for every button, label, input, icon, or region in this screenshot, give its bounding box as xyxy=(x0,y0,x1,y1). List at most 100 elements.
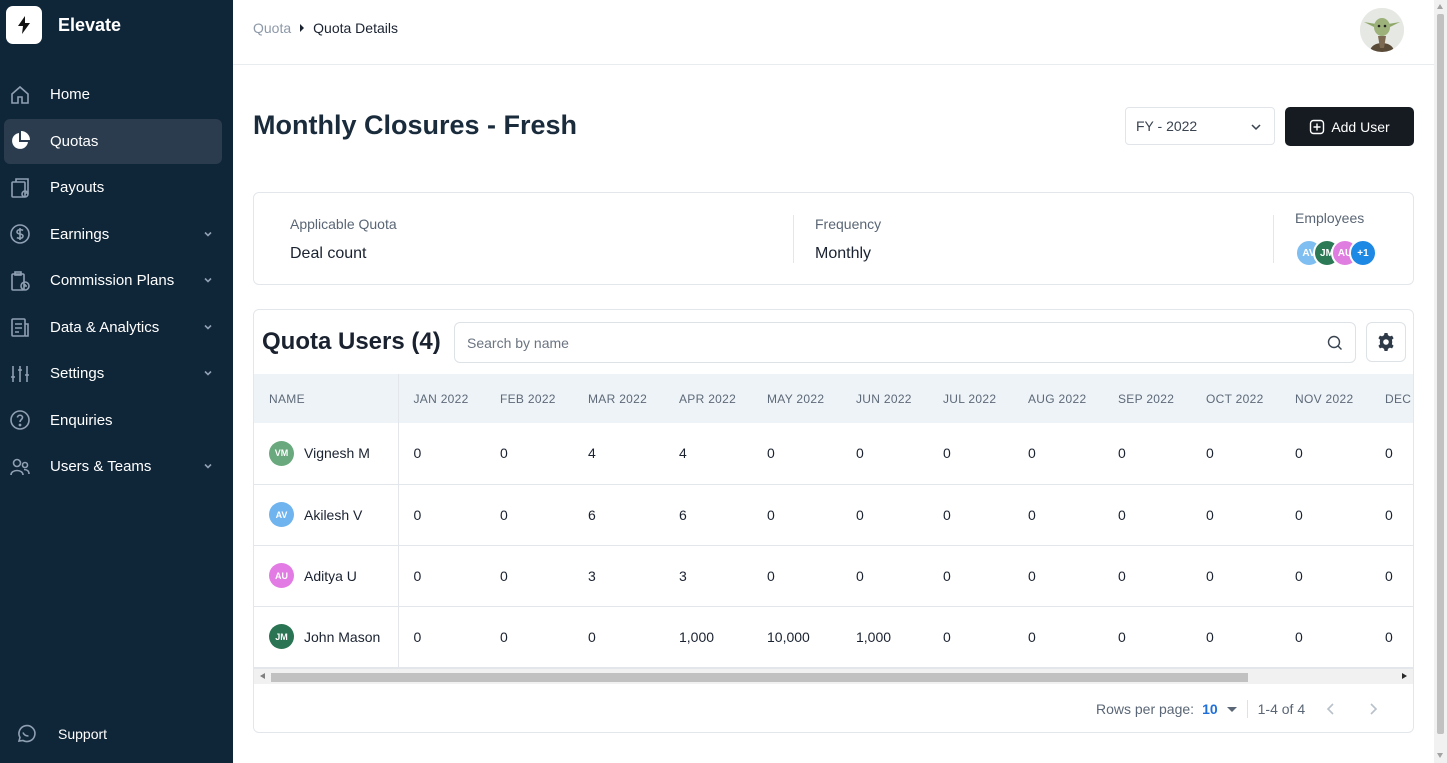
search-input[interactable] xyxy=(467,334,1307,351)
quota-cell: 0 xyxy=(573,606,664,668)
user-avatar: VM xyxy=(269,440,294,466)
column-header-month[interactable]: MAY 2022 xyxy=(752,374,841,423)
table-row[interactable]: JM John Mason 0 0 0 1,000 10,000 1,000 0… xyxy=(254,606,1413,668)
sidebar-item-enquiries[interactable]: Enquiries xyxy=(4,398,222,443)
sidebar-item-quotas[interactable]: Quotas xyxy=(4,118,222,164)
vertical-scrollbar[interactable] xyxy=(1434,0,1447,763)
column-header-month[interactable]: OCT 2022 xyxy=(1191,374,1280,423)
sidebar-item-label: Home xyxy=(50,86,91,103)
column-header-month[interactable]: NOV 2022 xyxy=(1280,374,1370,423)
breadcrumb: Quota Quota Details xyxy=(253,20,398,36)
scroll-down-arrow-icon[interactable] xyxy=(1437,753,1443,758)
sidebar-item-users-teams[interactable]: Users & Teams xyxy=(4,444,222,489)
sidebar-item-commission-plans[interactable]: Commission Plans xyxy=(4,258,222,303)
quota-cell: 0 xyxy=(1280,545,1370,607)
sidebar: Elevate Home Quotas Payouts Earnings Com… xyxy=(0,0,233,763)
search-box[interactable] xyxy=(454,322,1356,363)
quota-users-card: Quota Users (4) NAME JAN 2022 FEB 2022 M… xyxy=(253,309,1414,733)
dollar-icon xyxy=(8,222,32,246)
clipboard-clock-icon xyxy=(8,269,32,293)
sidebar-item-label: Data & Analytics xyxy=(50,318,160,336)
sidebar-item-home[interactable]: Home xyxy=(4,72,222,117)
vertical-scroll-thumb[interactable] xyxy=(1437,14,1444,734)
table-settings-button[interactable] xyxy=(1366,322,1406,362)
table-row[interactable]: VM Vignesh M 0 0 4 4 0 0 0 0 0 0 0 0 xyxy=(254,423,1413,485)
column-header-month[interactable]: JAN 2022 xyxy=(398,374,485,423)
column-header-month[interactable]: JUL 2022 xyxy=(928,374,1013,423)
horizontal-scrollbar[interactable] xyxy=(254,668,1413,684)
add-user-button[interactable]: Add User xyxy=(1285,107,1414,146)
quota-cell: 3 xyxy=(664,545,752,607)
divider xyxy=(1273,215,1274,263)
quota-cell: 10,000 xyxy=(752,606,841,668)
table-row[interactable]: AU Aditya U 0 0 3 3 0 0 0 0 0 0 0 0 xyxy=(254,545,1413,607)
fiscal-year-value: FY - 2022 xyxy=(1136,118,1198,134)
support-label: Support xyxy=(58,726,108,742)
employee-avatar-group[interactable]: AV JM AU +1 xyxy=(1295,239,1377,267)
column-header-month[interactable]: SEP 2022 xyxy=(1103,374,1191,423)
column-header-month[interactable]: APR 2022 xyxy=(664,374,752,423)
caret-right-icon xyxy=(300,24,305,32)
sidebar-item-label: Users & Teams xyxy=(50,458,152,475)
page-range: 1-4 of 4 xyxy=(1257,701,1306,717)
quota-cell: 0 xyxy=(485,484,573,546)
bolt-logo-icon xyxy=(6,6,42,44)
breadcrumb-current: Quota Details xyxy=(313,20,398,36)
sidebar-item-label: Enquiries xyxy=(50,411,113,429)
user-name: Vignesh M xyxy=(304,445,370,462)
chat-icon xyxy=(14,722,38,746)
rows-per-page-select[interactable]: 10 xyxy=(1202,701,1218,717)
quota-users-table: NAME JAN 2022 FEB 2022 MAR 2022 APR 2022… xyxy=(254,374,1413,668)
table-row[interactable]: AV Akilesh V 0 0 6 6 0 0 0 0 0 0 0 0 xyxy=(254,484,1413,546)
quota-cell: 6 xyxy=(573,484,664,546)
sliders-icon xyxy=(8,362,32,386)
fiscal-year-select[interactable]: FY - 2022 xyxy=(1125,107,1275,145)
scroll-up-arrow-icon[interactable] xyxy=(1437,4,1443,9)
column-header-month[interactable]: DEC 2022 xyxy=(1370,374,1413,423)
quota-users-table-scroll[interactable]: NAME JAN 2022 FEB 2022 MAR 2022 APR 2022… xyxy=(254,374,1413,668)
search-icon xyxy=(1327,335,1342,350)
scroll-right-arrow-icon[interactable] xyxy=(1402,673,1407,679)
user-avatar: JM xyxy=(269,624,294,649)
chevron-down-icon xyxy=(204,463,212,469)
applicable-quota-value: Deal count xyxy=(290,245,367,262)
sidebar-item-settings[interactable]: Settings xyxy=(4,351,222,396)
sidebar-item-payouts[interactable]: Payouts xyxy=(4,165,222,210)
horizontal-scroll-thumb[interactable] xyxy=(271,673,1248,682)
quota-cell: 1,000 xyxy=(664,606,752,668)
caret-down-icon[interactable] xyxy=(1226,706,1237,712)
next-page-button[interactable] xyxy=(1367,702,1379,716)
sidebar-item-earnings[interactable]: Earnings xyxy=(4,212,222,257)
plus-square-icon xyxy=(1309,119,1325,135)
employee-more-count[interactable]: +1 xyxy=(1349,239,1377,267)
add-user-label: Add User xyxy=(1331,118,1390,135)
quota-cell: 0 xyxy=(928,423,1013,485)
quota-cell: 0 xyxy=(485,423,573,485)
quota-cell: 0 xyxy=(1280,484,1370,546)
column-header-month[interactable]: JUN 2022 xyxy=(841,374,928,423)
payouts-icon xyxy=(8,176,32,200)
chevron-down-icon xyxy=(204,231,212,237)
quota-cell: 0 xyxy=(1103,423,1191,485)
quota-cell: 0 xyxy=(1191,484,1280,546)
chevron-left-icon xyxy=(1326,703,1334,715)
scroll-left-arrow-icon[interactable] xyxy=(260,673,265,679)
column-header-name[interactable]: NAME xyxy=(254,374,399,423)
divider xyxy=(1246,700,1248,718)
user-avatar[interactable] xyxy=(1360,8,1404,52)
column-header-month[interactable]: FEB 2022 xyxy=(485,374,573,423)
user-name: John Mason xyxy=(304,628,381,645)
support-link[interactable]: Support xyxy=(10,722,107,746)
column-header-month[interactable]: MAR 2022 xyxy=(573,374,664,423)
sidebar-item-data-analytics[interactable]: Data & Analytics xyxy=(4,305,222,350)
quota-users-title: Quota Users (4) xyxy=(262,328,441,355)
quota-cell: 4 xyxy=(664,423,752,485)
quota-cell: 0 xyxy=(1191,423,1280,485)
breadcrumb-quota[interactable]: Quota xyxy=(253,20,291,36)
divider xyxy=(793,215,794,263)
column-header-month[interactable]: AUG 2022 xyxy=(1013,374,1103,423)
prev-page-button[interactable] xyxy=(1325,702,1337,716)
brand[interactable]: Elevate xyxy=(6,6,121,44)
quota-cell: 0 xyxy=(1370,423,1413,485)
quota-cell: 0 xyxy=(1013,423,1103,485)
